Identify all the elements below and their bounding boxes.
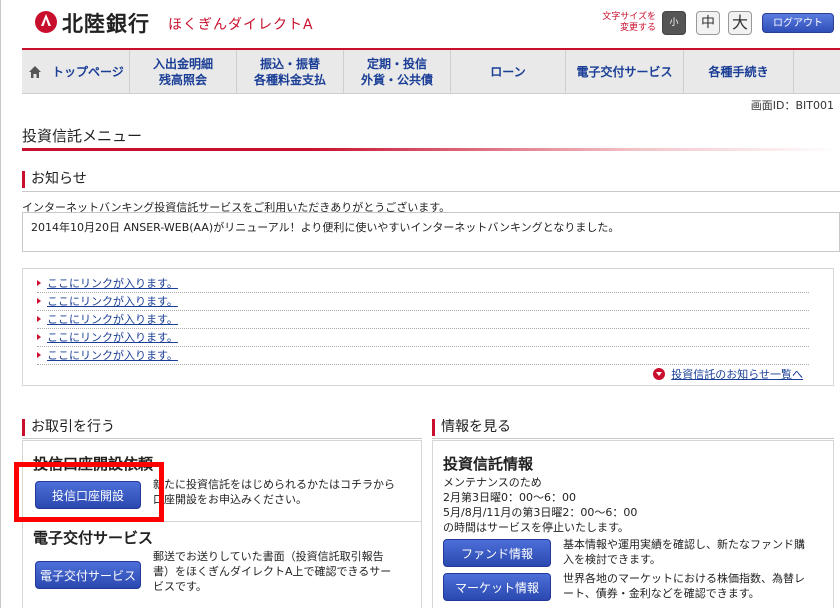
bullet-icon	[37, 316, 41, 322]
edelivery-title: 電子交付サービス	[33, 529, 154, 547]
fund-info-title: 投資信託情報	[443, 455, 534, 473]
page-title: 投資信託メニュー	[22, 127, 143, 145]
nav-statement[interactable]: 入出金明細 残高照会	[130, 50, 237, 93]
account-open-desc: 新たに投資信託をはじめられるかたはコチラから 口座開設をお申込みください。	[153, 478, 395, 506]
info-panel: 投資信託情報 メンテナンスのため 2月第3日曜0：00～6：00 5月/8月/1…	[432, 440, 834, 608]
bullet-icon	[37, 334, 41, 340]
notice-heading: お知らせ	[22, 171, 87, 188]
list-item: ここにリンクが入ります。	[37, 293, 809, 311]
list-item: ここにリンクが入ります。	[37, 329, 809, 347]
link-list: ここにリンクが入ります。 ここにリンクが入ります。 ここにリンクが入ります。 こ…	[22, 268, 834, 386]
info-link-1[interactable]: ここにリンクが入ります。	[47, 277, 178, 290]
bullet-icon	[37, 352, 41, 358]
market-info-desc: 世界各地のマーケットにおける株価指数、為替レ ート、債券・金利などを確認できます…	[563, 572, 805, 600]
market-info-button[interactable]: マーケット情報	[443, 573, 551, 601]
transactions-heading: お取引を行う	[22, 419, 115, 436]
nav-deposit-invest[interactable]: 定期・投信 外貨・公共債	[344, 50, 451, 93]
font-size-label: 文字サイズを 変更する	[602, 12, 656, 33]
highlight-box	[14, 462, 164, 522]
frame-border	[0, 0, 1, 608]
service-name: ほくぎんダイレクトA	[168, 17, 314, 33]
maintenance-notice: メンテナンスのため 2月第3日曜0：00～6：00 5月/8月/11月の第3日曜…	[443, 476, 638, 534]
info-link-5[interactable]: ここにリンクが入ります。	[47, 349, 178, 362]
chevron-down-icon	[653, 368, 666, 380]
notice-list-link[interactable]: 投資信託のお知らせ一覧へ	[653, 366, 803, 382]
nav-transfer[interactable]: 振込・振替 各種料金支払	[237, 50, 344, 93]
bullet-icon	[37, 280, 41, 286]
home-icon	[29, 65, 41, 78]
screen-id: 画面ID：BIT001	[750, 99, 834, 112]
list-item: ここにリンクが入ります。	[37, 347, 809, 365]
global-nav: トップページ 入出金明細 残高照会 振込・振替 各種料金支払 定期・投信 外貨・公共債…	[22, 48, 840, 94]
fund-info-button[interactable]: ファンド情報	[443, 539, 551, 567]
nav-edelivery[interactable]: 電子交付サービス	[566, 50, 684, 93]
bank-name: 北陸銀行	[62, 12, 150, 36]
nav-loan[interactable]: ローン	[451, 50, 566, 93]
notice-message: 2014年10月20日 ANSER-WEB(AA)がリニューアル！より便利に使い…	[22, 212, 840, 252]
font-size-medium-button[interactable]: 中	[696, 11, 720, 35]
info-rule	[432, 438, 834, 439]
font-size-small-button[interactable]: 小	[662, 11, 686, 35]
logout-button[interactable]: ログアウト	[762, 13, 834, 33]
list-item: ここにリンクが入ります。	[37, 311, 809, 329]
info-link-3[interactable]: ここにリンクが入ります。	[47, 313, 178, 326]
nav-procedures[interactable]: 各種手続き	[684, 50, 794, 93]
bullet-icon	[37, 298, 41, 304]
edelivery-desc: 郵送でお送りしていた書面（投資信託取引報告 書）をほくぎんダイレクトA上で確認で…	[153, 550, 392, 593]
info-heading: 情報を見る	[432, 419, 511, 436]
page: { "header": { "bank_name": "北陸銀行", "serv…	[0, 0, 840, 608]
font-size-large-button[interactable]: 大	[728, 11, 752, 35]
title-rule	[22, 148, 840, 151]
transactions-rule	[22, 438, 422, 439]
bank-logo-icon	[35, 11, 57, 33]
nav-home-label: トップページ	[52, 64, 124, 79]
list-item: ここにリンクが入ります。	[37, 275, 809, 293]
info-link-4[interactable]: ここにリンクが入ります。	[47, 331, 178, 344]
fund-info-desc: 基本情報や運用実績を確認し、新たなファンド購 入を検討できます。	[563, 538, 805, 566]
info-link-2[interactable]: ここにリンクが入ります。	[47, 295, 178, 308]
notice-rule	[22, 191, 840, 192]
nav-home[interactable]: トップページ	[22, 50, 130, 93]
edelivery-button[interactable]: 電子交付サービス	[35, 561, 141, 589]
